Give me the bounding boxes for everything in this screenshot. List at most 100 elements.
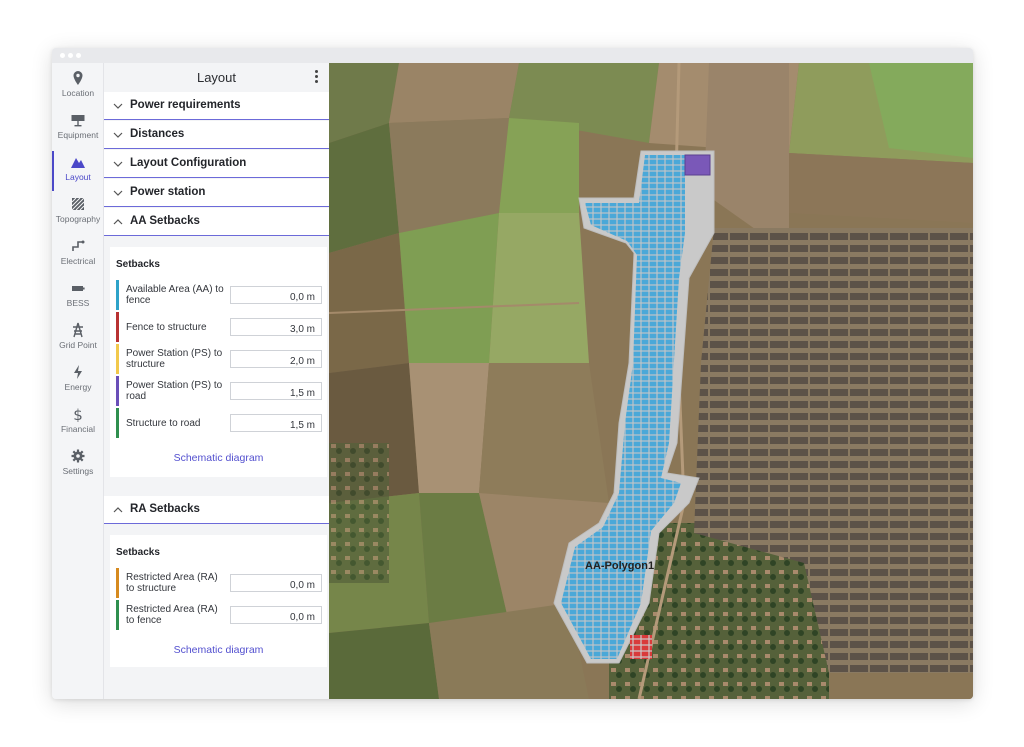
ra-to-structure-input[interactable] [230, 574, 322, 594]
schematic-diagram-link[interactable]: Schematic diagram [110, 452, 327, 464]
ra-to-fence-value[interactable] [231, 609, 321, 626]
ra-to-fence-input[interactable] [230, 606, 322, 626]
section-aa-setbacks[interactable]: AA Setbacks [104, 208, 329, 236]
ra-to-structure-value[interactable] [231, 577, 321, 594]
section-label: Distances [130, 128, 185, 140]
app-window: Location Equipment Layout Topography Ele… [52, 48, 973, 699]
color-indicator [116, 408, 119, 438]
topography-icon [71, 197, 85, 211]
sidebar-item-energy[interactable]: Energy [52, 361, 104, 403]
card-subtitle: Setbacks [116, 259, 160, 270]
color-indicator [116, 312, 119, 342]
sidebar-item-bess[interactable]: BESS [52, 277, 104, 319]
sidebar-item-location[interactable]: Location [52, 67, 104, 109]
aa-setbacks-card: Setbacks Available Area (AA) to fence Fe… [110, 247, 327, 477]
section-label: Layout Configuration [130, 157, 247, 169]
setback-label: Restricted Area (RA) to fence [126, 604, 218, 626]
polygon-label: AA-Polygon1 [585, 560, 655, 572]
layout-panel: Layout Power requirements Distances Layo… [104, 63, 329, 699]
power-station[interactable] [684, 154, 711, 176]
setback-row: Restricted Area (RA) to fence [116, 600, 322, 630]
color-indicator [116, 376, 119, 406]
ps-to-road-value[interactable] [231, 385, 321, 402]
color-indicator [116, 568, 119, 598]
sidebar-item-label: BESS [66, 298, 90, 308]
window-titlebar [52, 48, 973, 63]
ps-to-road-input[interactable] [230, 382, 322, 402]
setback-row: Power Station (PS) to structure [116, 344, 322, 374]
restricted-structures [630, 635, 652, 659]
setback-label: Restricted Area (RA) to structure [126, 572, 218, 594]
sidebar-item-label: Equipment [57, 130, 99, 140]
sidebar-item-equipment[interactable]: Equipment [52, 109, 104, 151]
setback-label: Power Station (PS) to road [126, 380, 223, 402]
window-dot [68, 53, 73, 58]
chevron-up-icon [113, 219, 123, 225]
chevron-down-icon [113, 161, 123, 167]
sidebar-item-label: Electrical [60, 256, 96, 266]
sidebar-item-label: Financial [60, 424, 96, 434]
chevron-down-icon [113, 190, 123, 196]
fence-to-structure-input[interactable] [230, 318, 322, 338]
structure-to-road-input[interactable] [230, 414, 322, 434]
ps-to-structure-value[interactable] [231, 353, 321, 370]
section-layout-configuration[interactable]: Layout Configuration [104, 150, 329, 178]
sidebar-item-label: Grid Point [59, 340, 97, 350]
dollar-icon: $ [73, 406, 83, 422]
solar-panel-icon [71, 115, 85, 127]
setback-label: Fence to structure [126, 322, 207, 333]
panel-header: Layout [104, 63, 329, 92]
section-power-station[interactable]: Power station [104, 179, 329, 207]
schematic-diagram-link[interactable]: Schematic diagram [110, 644, 327, 656]
ps-to-structure-input[interactable] [230, 350, 322, 370]
chevron-up-icon [113, 507, 123, 513]
electrical-icon [72, 240, 85, 251]
setback-row: Fence to structure [116, 312, 322, 342]
setback-row: Power Station (PS) to road [116, 376, 322, 406]
section-distances[interactable]: Distances [104, 121, 329, 149]
sidebar-item-electrical[interactable]: Electrical [52, 235, 104, 277]
sidebar-item-gridpoint[interactable]: Grid Point [52, 319, 104, 361]
color-indicator [116, 280, 119, 310]
sidebar-item-label: Topography [55, 214, 101, 224]
chevron-down-icon [113, 132, 123, 138]
sidebar-item-label: Layout [65, 172, 91, 182]
tree-cluster [329, 443, 389, 583]
sidebar-item-layout[interactable]: Layout [52, 151, 104, 193]
main-sidebar: Location Equipment Layout Topography Ele… [52, 63, 104, 699]
window-dot [60, 53, 65, 58]
color-indicator [116, 344, 119, 374]
setback-label: Structure to road [126, 418, 201, 429]
grid-tower-icon [73, 322, 83, 338]
map-canvas[interactable] [329, 63, 973, 699]
panel-title: Layout [196, 70, 237, 85]
section-label: RA Setbacks [130, 503, 200, 515]
section-label: AA Setbacks [130, 215, 200, 227]
battery-icon [72, 286, 85, 291]
aa-to-fence-value[interactable] [231, 289, 321, 306]
setback-row: Structure to road [116, 408, 322, 438]
layout-icon [71, 158, 85, 168]
aa-to-fence-input[interactable] [230, 286, 322, 306]
sidebar-item-financial[interactable]: $ Financial [52, 403, 104, 445]
sidebar-item-settings[interactable]: Settings [52, 445, 104, 487]
sidebar-item-label: Energy [64, 382, 92, 392]
location-pin-icon [73, 71, 83, 85]
structure-to-road-value[interactable] [231, 417, 321, 434]
fence-to-structure-value[interactable] [231, 321, 321, 338]
satellite-map[interactable]: AA-Polygon1 [329, 63, 973, 699]
chevron-down-icon [113, 103, 123, 109]
section-power-requirements[interactable]: Power requirements [104, 92, 329, 120]
sidebar-item-topography[interactable]: Topography [52, 193, 104, 235]
section-label: Power station [130, 186, 206, 198]
more-options-icon[interactable] [315, 70, 319, 84]
setback-label: Power Station (PS) to structure [126, 348, 223, 370]
color-indicator [116, 600, 119, 630]
card-subtitle: Setbacks [116, 547, 160, 558]
window-dot [76, 53, 81, 58]
sidebar-item-label: Settings [62, 466, 94, 476]
setback-row: Restricted Area (RA) to structure [116, 568, 322, 598]
lightning-icon [74, 365, 82, 379]
setback-row: Available Area (AA) to fence [116, 280, 322, 310]
section-ra-setbacks[interactable]: RA Setbacks [104, 496, 329, 524]
